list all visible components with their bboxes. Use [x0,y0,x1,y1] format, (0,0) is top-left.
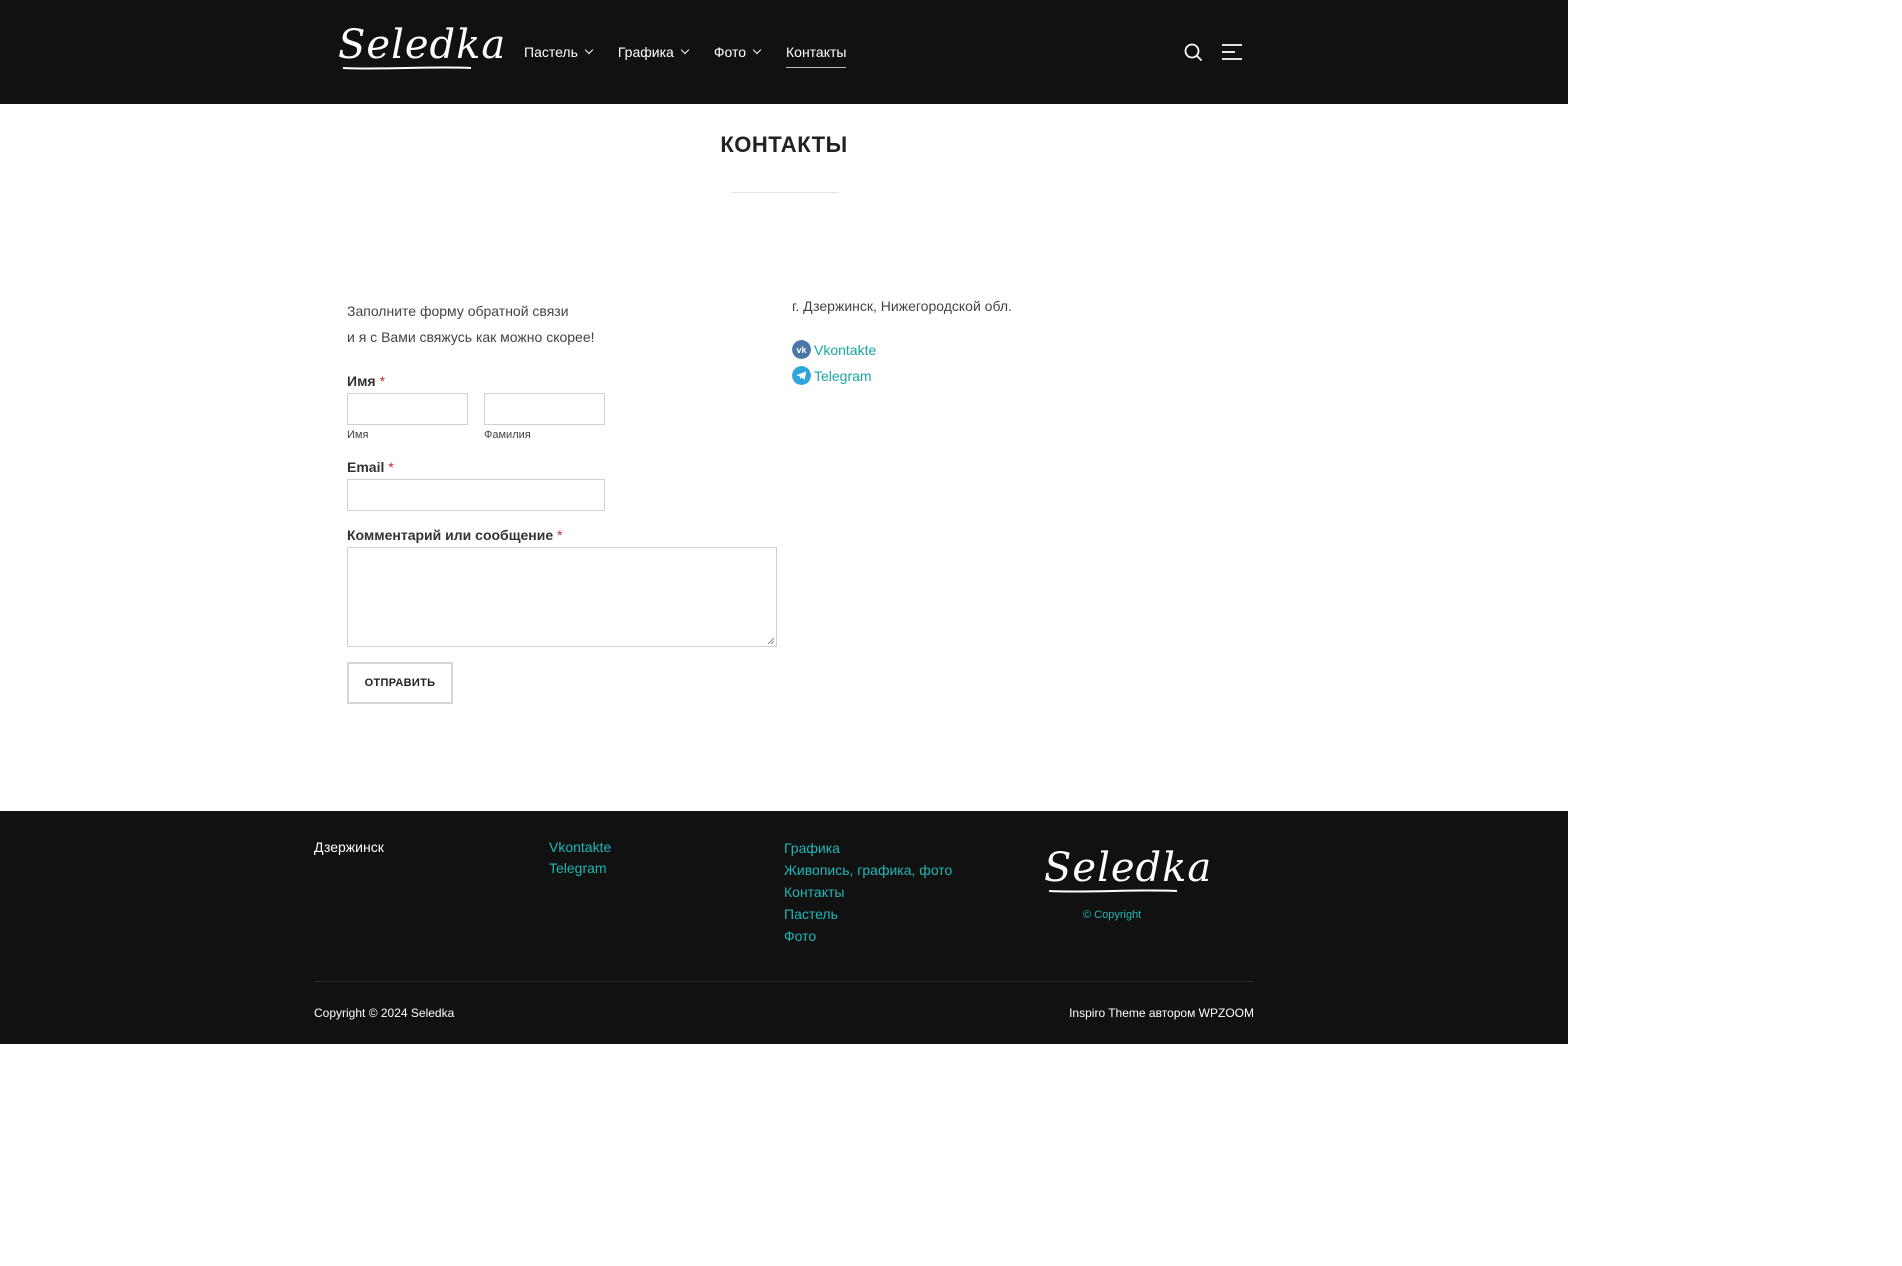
nav-item-label: Фото [713,44,746,60]
last-name-input[interactable] [484,393,605,425]
nav-item-label: Контакты [786,44,847,60]
required-mark: * [388,459,394,475]
footer-credit[interactable]: Inspiro Theme автором WPZOOM [1069,1006,1254,1020]
nav-item-kontakty[interactable]: Контакты [786,40,847,68]
name-label: Имя * [347,373,385,389]
last-name-sublabel: Фамилия [484,429,531,441]
form-intro: Заполните форму обратной связи и я с Вам… [347,298,595,350]
footer-logo[interactable]: Seledka [1044,845,1213,899]
nav-item-pastel[interactable]: Пастель [524,40,594,64]
intro-line: Заполните форму обратной связи [347,303,569,319]
vkontakte-link[interactable]: vk Vkontakte [792,340,876,359]
message-label: Комментарий или сообщение * [347,527,563,543]
submit-button[interactable]: ОТПРАВИТЬ [347,662,453,704]
resize-grip-icon[interactable] [767,637,775,645]
vkontakte-label: Vkontakte [814,341,877,358]
nav-item-foto[interactable]: Фото [713,40,762,64]
main-nav: Пастель Графика Фото Контакты [524,40,872,68]
nav-item-label: Пастель [524,44,578,60]
required-mark: * [557,527,563,543]
email-label-text: Email [347,459,385,475]
footer-link-grafika[interactable]: Графика [784,840,840,856]
page-title: КОНТАКТЫ [720,132,848,157]
footer-link-pastel[interactable]: Пастель [784,906,838,922]
footer-divider [314,981,1254,982]
required-mark: * [379,373,386,389]
site-logo[interactable]: Seledka [338,22,507,76]
footer-copyright: Copyright © 2024 Seledka [314,1006,455,1020]
logo-underline [1048,889,1178,893]
logo-text: Seledka [338,22,507,68]
address: г. Дзержинск, Нижегородской обл. [792,298,1012,314]
name-label-text: Имя [347,373,376,389]
footer-logo-text: Seledka [1044,845,1213,891]
search-icon[interactable] [1183,42,1203,62]
first-name-sublabel: Имя [347,429,369,441]
telegram-label: Telegram [814,367,872,384]
email-label: Email * [347,459,394,475]
intro-line: и я с Вами свяжусь как можно скорее! [347,329,595,345]
logo-underline [342,66,472,70]
site-footer: Дзержинск Vkontakte Telegram Графика Жив… [0,811,1568,1044]
chevron-down-icon [680,45,690,55]
telegram-link[interactable]: Telegram [792,366,872,385]
telegram-icon [792,366,811,385]
footer-copyright-link[interactable]: © Copyright [1083,909,1141,921]
footer-link-vkontakte[interactable]: Vkontakte [549,839,611,855]
chevron-down-icon [752,45,762,55]
footer-link-foto[interactable]: Фото [784,928,816,944]
email-field[interactable] [347,479,605,511]
chevron-down-icon [584,45,594,55]
svg-text:vk: vk [796,345,807,355]
footer-link-zhivopis[interactable]: Живопись, графика, фото [784,862,952,878]
footer-city: Дзержинск [314,839,384,855]
footer-link-telegram[interactable]: Telegram [549,860,607,876]
first-name-input[interactable] [347,393,468,425]
title-divider [731,192,839,193]
nav-item-grafika[interactable]: Графика [617,40,690,64]
menu-icon[interactable] [1221,43,1243,61]
message-label-text: Комментарий или сообщение [347,527,554,543]
footer-link-kontakty[interactable]: Контакты [784,884,844,900]
vk-icon: vk [792,340,811,359]
message-textarea[interactable] [347,547,777,647]
nav-item-label: Графика [617,44,674,60]
site-header: Seledka Пастель Графика Фото Контакты [0,0,1568,104]
